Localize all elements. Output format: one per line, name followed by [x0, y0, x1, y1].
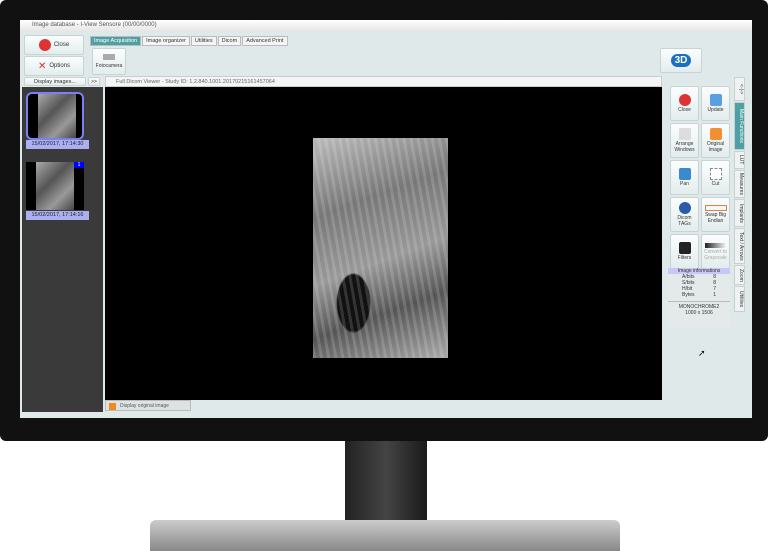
camera-label: Fotocamera	[95, 63, 123, 69]
filters-button[interactable]: Filters	[670, 234, 699, 269]
vtab-zoom[interactable]: Zoom	[734, 265, 745, 285]
xray-thumbnail	[38, 94, 76, 138]
update-button[interactable]: Update	[701, 86, 730, 121]
lock-icon	[709, 128, 722, 140]
camera-icon	[103, 54, 115, 60]
tab-image-organizer[interactable]: Image organizer	[142, 36, 190, 46]
button-label: Filters	[677, 255, 692, 261]
image-info-panel: Image informations A/bits 8 S/bits 8 H/bit…	[668, 268, 730, 328]
pan-icon	[678, 168, 691, 180]
info-size: 1000 x 1506	[685, 310, 713, 316]
swap-big-endian-button[interactable]: Swap Big Endian	[701, 197, 730, 232]
tab-label: Display original image	[120, 403, 169, 409]
button-label: Original Image	[706, 141, 725, 153]
button-label: Cut	[711, 181, 720, 187]
camera-button[interactable]: Fotocamera	[92, 48, 126, 75]
dental-xray-image[interactable]	[313, 138, 448, 358]
mouse-cursor-icon: ➚	[698, 348, 706, 358]
close-icon	[678, 94, 691, 106]
swap-icon	[704, 205, 727, 211]
tab-utilities[interactable]: Utilities	[190, 36, 217, 46]
user-icon	[678, 202, 691, 214]
gradient-icon	[704, 242, 727, 248]
ribbon-tabs: Image Acquisition Image organizer Utilitie…	[90, 36, 289, 46]
original-image-button[interactable]: Original Image	[701, 123, 730, 158]
button-label: Swap Big Endian	[704, 212, 727, 224]
3d-button[interactable]: 3D	[660, 48, 702, 73]
cut-button[interactable]: Cut	[701, 160, 730, 195]
vtab-text-arrows[interactable]: Text / Arrows	[734, 228, 745, 264]
thumbnail-1[interactable]	[26, 92, 84, 140]
arrange-icon	[678, 128, 691, 140]
thumbnail-panel[interactable]: 15/02/2017, 17:14:30 1 15/02/2017, 17:14…	[22, 87, 103, 412]
image-viewer[interactable]	[105, 87, 662, 400]
thumbnail-date: 15/02/2017, 17:14:16	[26, 211, 89, 220]
save-icon	[709, 94, 722, 106]
tab-advanced-print[interactable]: Advanced Print	[242, 36, 288, 46]
3d-logo-icon: 3D	[670, 54, 692, 67]
vtab-implants[interactable]: Implants	[734, 199, 745, 227]
button-label: Update	[707, 107, 724, 113]
options-button[interactable]: ✕ Options	[24, 56, 84, 76]
close-label: Close	[53, 42, 70, 48]
info-mode: MONOCHROME2	[668, 301, 730, 310]
app-window: Image database - I-View Sensore (00/00/0…	[20, 20, 752, 418]
vtab-measures[interactable]: Measures	[734, 170, 745, 198]
tools-icon: ✕	[37, 60, 47, 72]
close-icon	[38, 39, 51, 51]
dicom-tags-button[interactable]: Dicom TAGs	[670, 197, 699, 232]
lock-icon	[109, 403, 116, 410]
thumbnail-2[interactable]: 1	[26, 162, 84, 210]
arrange-windows-button[interactable]: Arrange Windows	[670, 123, 699, 158]
vtab-main-functions[interactable]: Main Functions	[734, 102, 745, 150]
button-label: Pan	[680, 181, 689, 187]
cut-icon	[709, 168, 722, 180]
thumbnail-number: 1	[74, 162, 84, 168]
vtab-utilities[interactable]: Utilities	[734, 286, 745, 312]
close-button[interactable]: Close	[24, 35, 84, 55]
convert-grayscale-button[interactable]: Convert to Grayscale	[701, 234, 730, 269]
display-images-button[interactable]: Display images...	[24, 77, 86, 86]
info-key: Bytes	[682, 292, 695, 298]
monitor-stand	[345, 441, 427, 523]
info-value: 1	[713, 292, 716, 298]
xray-thumbnail	[36, 162, 74, 210]
close-tool-button[interactable]: Close	[670, 86, 699, 121]
viewer-title: Full Dicom Viewer - Study ID: 1.2.840.10…	[105, 76, 662, 87]
button-label: Close	[678, 107, 691, 113]
button-label: Arrange Windows	[674, 141, 695, 153]
tab-image-acquisition[interactable]: Image Acquisition	[90, 36, 142, 46]
display-original-tab[interactable]: Display original image	[105, 400, 191, 411]
vtab-lut[interactable]: LUT	[734, 151, 745, 169]
vtab-nav[interactable]: <-|->	[734, 77, 745, 101]
options-label: Options	[49, 63, 71, 69]
thumbnail-date: 15/02/2017, 17:14:30	[26, 140, 89, 149]
info-row: Bytes 1	[668, 292, 730, 298]
window-title: Image database - I-View Sensore (00/00/0…	[20, 20, 752, 32]
button-label: Convert to Grayscale	[703, 248, 728, 261]
expand-button[interactable]: >>	[88, 77, 100, 86]
hat-icon	[678, 242, 691, 254]
pan-button[interactable]: Pan	[670, 160, 699, 195]
button-label: Dicom TAGs	[677, 215, 692, 227]
tab-dicom[interactable]: Dicom	[217, 36, 242, 46]
monitor-base	[150, 520, 620, 551]
